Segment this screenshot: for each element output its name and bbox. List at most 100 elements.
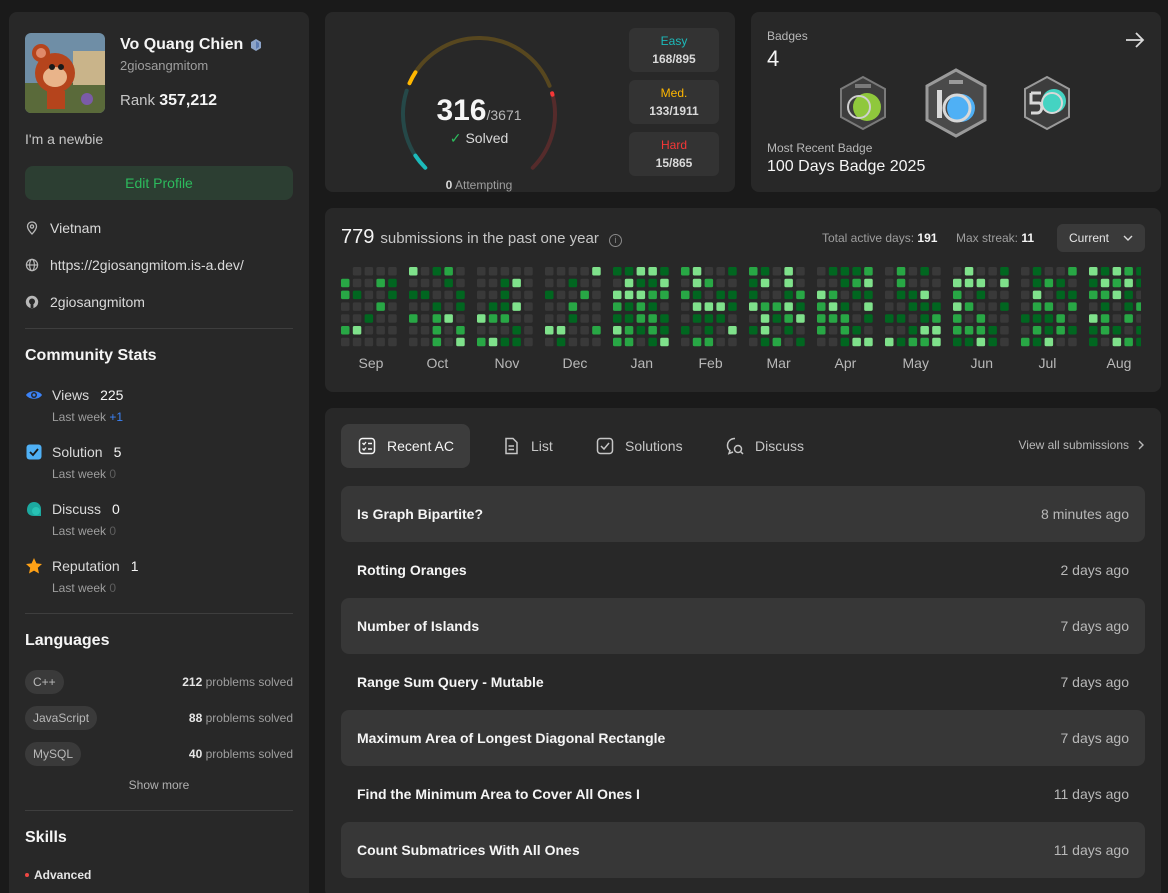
heatmap-day-cell[interactable] — [512, 302, 521, 311]
heatmap-day-cell[interactable] — [1032, 337, 1042, 347]
heatmap-day-cell[interactable] — [512, 337, 521, 347]
heatmap-day-cell[interactable] — [988, 314, 997, 323]
heatmap-day-cell[interactable] — [624, 337, 634, 347]
heatmap-day-cell[interactable] — [500, 278, 510, 288]
heatmap-day-cell[interactable] — [716, 326, 725, 335]
heatmap-day-cell[interactable] — [964, 337, 974, 347]
heatmap-day-cell[interactable] — [840, 290, 850, 300]
heatmap-day-cell[interactable] — [648, 302, 657, 311]
heatmap-day-cell[interactable] — [568, 337, 578, 347]
heatmap-day-cell[interactable] — [613, 314, 622, 323]
heatmap-day-cell[interactable] — [352, 302, 362, 311]
heatmap-day-cell[interactable] — [376, 326, 385, 335]
heatmap-day-cell[interactable] — [681, 302, 690, 311]
heatmap-day-cell[interactable] — [1032, 267, 1042, 276]
heatmap-day-cell[interactable] — [364, 326, 374, 335]
heatmap-day-cell[interactable] — [1000, 267, 1009, 276]
heatmap-day-cell[interactable] — [852, 302, 861, 311]
heatmap-day-cell[interactable] — [524, 314, 533, 323]
heatmap-day-cell[interactable] — [636, 326, 646, 335]
heatmap-day-cell[interactable] — [636, 290, 646, 300]
info-icon[interactable]: i — [608, 233, 622, 247]
heatmap-day-cell[interactable] — [976, 302, 986, 311]
heatmap-day-cell[interactable] — [704, 302, 714, 311]
heatmap-day-cell[interactable] — [1021, 267, 1030, 276]
heatmap-day-cell[interactable] — [1068, 302, 1077, 311]
heatmap-day-cell[interactable] — [556, 302, 566, 311]
heatmap-day-cell[interactable] — [444, 326, 453, 335]
heatmap-day-cell[interactable] — [1000, 337, 1009, 347]
heatmap-day-cell[interactable] — [885, 290, 894, 300]
heatmap-day-cell[interactable] — [545, 278, 554, 288]
heatmap-day-cell[interactable] — [796, 302, 805, 311]
heatmap-day-cell[interactable] — [908, 290, 918, 300]
heatmap-day-cell[interactable] — [840, 337, 850, 347]
heatmap-day-cell[interactable] — [524, 267, 533, 276]
heatmap-day-cell[interactable] — [456, 290, 465, 300]
heatmap-day-cell[interactable] — [636, 314, 646, 323]
heatmap-day-cell[interactable] — [704, 267, 714, 276]
heatmap-day-cell[interactable] — [580, 326, 589, 335]
heatmap-day-cell[interactable] — [896, 278, 906, 288]
heatmap-day-cell[interactable] — [1044, 278, 1054, 288]
heatmap-day-cell[interactable] — [636, 337, 646, 347]
heatmap-day-cell[interactable] — [852, 290, 861, 300]
heatmap-day-cell[interactable] — [352, 267, 362, 276]
heatmap-day-cell[interactable] — [692, 290, 702, 300]
heatmap-day-cell[interactable] — [376, 314, 385, 323]
heatmap-day-cell[interactable] — [692, 326, 702, 335]
solved-ring[interactable]: 316/3671 ✓ Solved 0 Attempting — [397, 32, 561, 196]
easy-difficulty-box[interactable]: Easy 168/895 — [629, 28, 719, 72]
heatmap-day-cell[interactable] — [341, 302, 350, 311]
heatmap-day-cell[interactable] — [1056, 278, 1065, 288]
heatmap-day-cell[interactable] — [1089, 302, 1098, 311]
heatmap-day-cell[interactable] — [1089, 278, 1098, 288]
heatmap-day-cell[interactable] — [932, 326, 941, 335]
heatmap-day-cell[interactable] — [908, 314, 918, 323]
heatmap-day-cell[interactable] — [864, 267, 873, 276]
heatmap-day-cell[interactable] — [749, 278, 758, 288]
heatmap-day-cell[interactable] — [580, 278, 589, 288]
heatmap-day-cell[interactable] — [624, 314, 634, 323]
heatmap-day-cell[interactable] — [896, 326, 906, 335]
heatmap-day-cell[interactable] — [976, 278, 986, 288]
heatmap-day-cell[interactable] — [864, 314, 873, 323]
heatmap-day-cell[interactable] — [817, 314, 826, 323]
language-tag[interactable]: MySQL — [25, 742, 82, 766]
heatmap-day-cell[interactable] — [456, 302, 465, 311]
heatmap-day-cell[interactable] — [760, 326, 770, 335]
submission-row[interactable]: Range Sum Query - Mutable 7 days ago — [341, 654, 1145, 710]
heatmap-day-cell[interactable] — [432, 326, 442, 335]
heatmap-day-cell[interactable] — [500, 302, 510, 311]
heatmap-day-cell[interactable] — [964, 267, 974, 276]
heatmap-day-cell[interactable] — [556, 290, 566, 300]
heatmap-day-cell[interactable] — [388, 337, 397, 347]
arrow-right-icon[interactable] — [1123, 28, 1147, 52]
heatmap-day-cell[interactable] — [556, 326, 566, 335]
heatmap-day-cell[interactable] — [932, 314, 941, 323]
heatmap-day-cell[interactable] — [1021, 302, 1030, 311]
heatmap-day-cell[interactable] — [592, 267, 601, 276]
heatmap-day-cell[interactable] — [1124, 302, 1133, 311]
heatmap-day-cell[interactable] — [1068, 267, 1077, 276]
heatmap-day-cell[interactable] — [1100, 314, 1110, 323]
heatmap-day-cell[interactable] — [648, 337, 657, 347]
heatmap-day-cell[interactable] — [409, 290, 418, 300]
heatmap-day-cell[interactable] — [896, 314, 906, 323]
heatmap-day-cell[interactable] — [568, 314, 578, 323]
heatmap-day-cell[interactable] — [1112, 290, 1122, 300]
heatmap-day-cell[interactable] — [444, 314, 453, 323]
heatmap-day-cell[interactable] — [976, 326, 986, 335]
heatmap-day-cell[interactable] — [545, 267, 554, 276]
heatmap-day-cell[interactable] — [704, 326, 714, 335]
heatmap-day-cell[interactable] — [852, 326, 861, 335]
heatmap-day-cell[interactable] — [692, 278, 702, 288]
heatmap-day-cell[interactable] — [1000, 326, 1009, 335]
heatmap-day-cell[interactable] — [964, 278, 974, 288]
heatmap-day-cell[interactable] — [580, 337, 589, 347]
heatmap-day-cell[interactable] — [692, 314, 702, 323]
heatmap-day-cell[interactable] — [444, 337, 453, 347]
heatmap-day-cell[interactable] — [749, 302, 758, 311]
heatmap-day-cell[interactable] — [828, 267, 838, 276]
submission-row[interactable]: Number of Islands 7 days ago — [341, 598, 1145, 654]
